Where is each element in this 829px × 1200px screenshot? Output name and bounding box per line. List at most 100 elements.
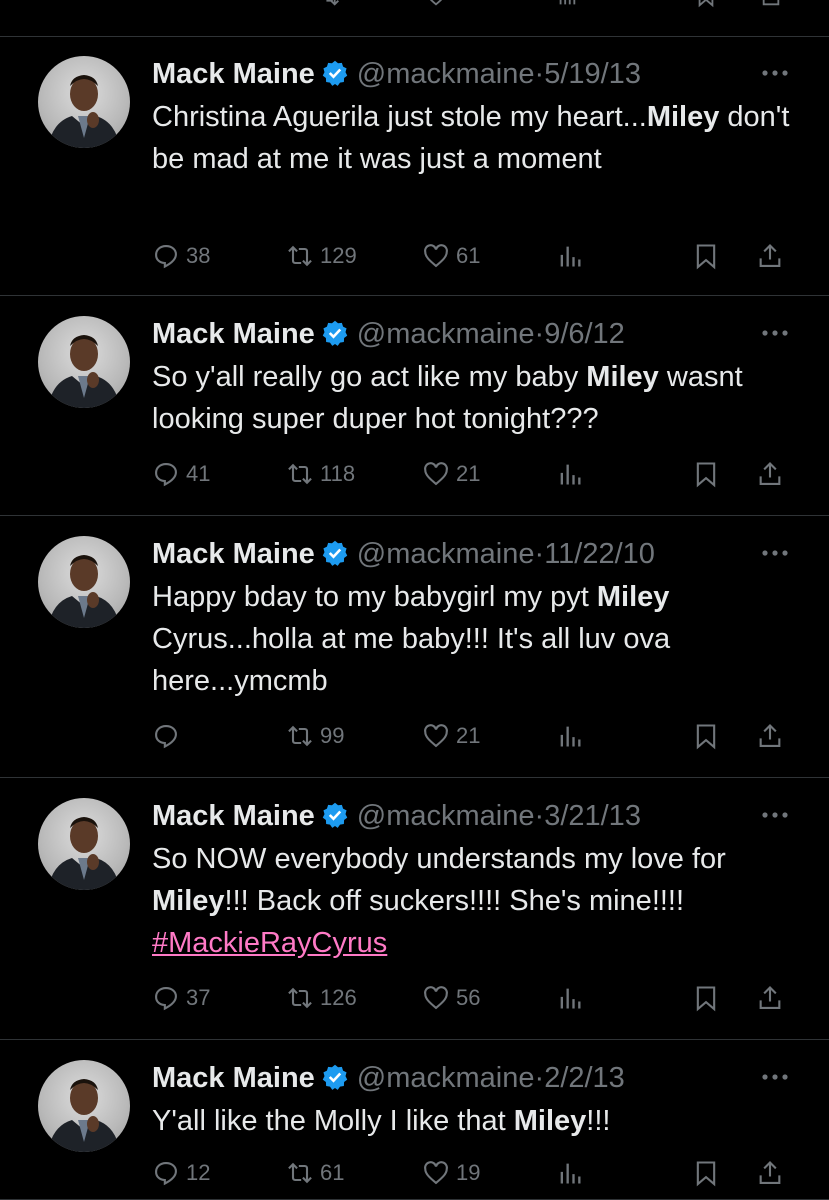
- bookmark-button[interactable]: [692, 456, 720, 492]
- bookmark-icon: [692, 722, 720, 750]
- share-button[interactable]: [756, 718, 784, 754]
- user-handle[interactable]: @mackmaine: [357, 318, 535, 350]
- like-button[interactable]: 56: [422, 980, 480, 1016]
- share-button[interactable]: [756, 980, 784, 1016]
- tweet-date[interactable]: 5/19/13: [544, 58, 641, 90]
- separator-dot: ·: [534, 318, 545, 350]
- avatar[interactable]: [38, 536, 130, 628]
- user-handle[interactable]: @mackmaine: [357, 1062, 535, 1094]
- display-name[interactable]: Mack Maine: [152, 538, 315, 570]
- bookmark-icon[interactable]: [695, 0, 717, 8]
- hashtag-link[interactable]: #MackieRayCyrus: [152, 927, 387, 959]
- like-button[interactable]: 21: [422, 456, 480, 492]
- avatar[interactable]: [38, 798, 130, 890]
- display-name[interactable]: Mack Maine: [152, 800, 315, 832]
- retweet-icon: [286, 722, 314, 750]
- tweet[interactable]: Mack Maine @mackmaine·9/6/12 So y'all real…: [0, 296, 829, 516]
- retweets-count: 99: [320, 723, 345, 748]
- like-button[interactable]: 21: [422, 718, 480, 754]
- retweet-button[interactable]: 118: [286, 456, 355, 492]
- share-button[interactable]: [756, 238, 784, 274]
- retweet-icon: [286, 460, 314, 488]
- views-icon[interactable]: [556, 0, 578, 8]
- bookmark-button[interactable]: [692, 1155, 720, 1191]
- like-button[interactable]: 19: [422, 1155, 480, 1191]
- views-button[interactable]: [556, 238, 584, 274]
- display-name[interactable]: Mack Maine: [152, 58, 315, 90]
- more-icon[interactable]: [760, 808, 790, 820]
- heart-icon: [422, 984, 450, 1012]
- highlighted-keyword: Miley: [646, 101, 720, 133]
- retweet-button[interactable]: 99: [286, 718, 344, 754]
- bookmark-button[interactable]: [692, 238, 720, 274]
- replies-count: 38: [186, 243, 211, 268]
- retweet-button[interactable]: 61: [286, 1155, 344, 1191]
- retweet-icon: [286, 984, 314, 1012]
- more-icon[interactable]: [760, 326, 790, 338]
- reply-icon: [152, 722, 180, 750]
- reply-button[interactable]: [152, 718, 186, 754]
- views-icon: [556, 460, 584, 488]
- share-button[interactable]: [756, 1155, 784, 1191]
- retweet-button[interactable]: 129: [286, 238, 357, 274]
- tweet-date[interactable]: 3/21/13: [544, 800, 641, 832]
- reply-button[interactable]: 12: [152, 1155, 210, 1191]
- reply-icon: [152, 1159, 180, 1187]
- tweet[interactable]: Mack Maine @mackmaine·2/2/13 Y'all like th…: [0, 1040, 829, 1200]
- separator-dot: ·: [534, 538, 545, 570]
- heart-icon: [422, 722, 450, 750]
- avatar[interactable]: [38, 316, 130, 408]
- user-handle[interactable]: @mackmaine: [357, 800, 535, 832]
- separator-dot: ·: [534, 800, 545, 832]
- retweets-count: 61: [320, 1160, 345, 1185]
- tweet-text-segment: !!!: [586, 1105, 611, 1137]
- tweet-date[interactable]: 9/6/12: [544, 318, 625, 350]
- tweet[interactable]: Mack Maine @mackmaine·5/19/13 Christina Ag…: [0, 36, 829, 296]
- tweet[interactable]: Mack Maine @mackmaine·11/22/10 Happy bday …: [0, 516, 829, 778]
- likes-count: 21: [456, 461, 481, 486]
- reply-button[interactable]: 41: [152, 456, 210, 492]
- reply-icon: [152, 242, 180, 270]
- retweet-icon[interactable]: [320, 0, 342, 8]
- tweet-text-segment: Happy bday to my babygirl my pyt: [152, 581, 597, 613]
- reply-button[interactable]: 38: [152, 238, 210, 274]
- reply-icon: [152, 984, 180, 1012]
- more-icon[interactable]: [760, 66, 790, 78]
- tweet-date[interactable]: 2/2/13: [544, 1062, 625, 1094]
- reply-button[interactable]: 37: [152, 980, 210, 1016]
- views-button[interactable]: [556, 718, 584, 754]
- share-icon: [756, 984, 784, 1012]
- views-button[interactable]: [556, 1155, 584, 1191]
- likes-count: 56: [456, 985, 481, 1010]
- like-button[interactable]: 61: [422, 238, 480, 274]
- verified-badge-icon: [321, 801, 349, 829]
- heart-icon[interactable]: [425, 0, 447, 8]
- tweet[interactable]: Mack Maine @mackmaine·3/21/13 So NOW every…: [0, 778, 829, 1040]
- more-icon[interactable]: [760, 1070, 790, 1082]
- tweet-action-bar: 38 129 61: [0, 238, 829, 274]
- verified-badge-icon: [321, 59, 349, 87]
- likes-count: 19: [456, 1160, 481, 1185]
- tweet-header: Mack Maine @mackmaine·9/6/12: [152, 316, 625, 352]
- views-button[interactable]: [556, 456, 584, 492]
- display-name[interactable]: Mack Maine: [152, 318, 315, 350]
- highlighted-keyword: Miley: [586, 361, 659, 393]
- tweet-text-segment: Christina Aguerila just stole my heart..…: [152, 101, 647, 133]
- user-handle[interactable]: @mackmaine: [357, 58, 535, 90]
- tweet-date[interactable]: 11/22/10: [544, 538, 655, 570]
- avatar[interactable]: [38, 56, 130, 148]
- share-button[interactable]: [756, 456, 784, 492]
- more-icon[interactable]: [760, 546, 790, 558]
- user-handle[interactable]: @mackmaine: [357, 538, 535, 570]
- share-icon[interactable]: [760, 0, 782, 8]
- verified-badge-icon: [321, 1063, 349, 1091]
- bookmark-button[interactable]: [692, 980, 720, 1016]
- retweet-button[interactable]: 126: [286, 980, 357, 1016]
- share-icon: [756, 722, 784, 750]
- bookmark-button[interactable]: [692, 718, 720, 754]
- avatar[interactable]: [38, 1060, 130, 1152]
- display-name[interactable]: Mack Maine: [152, 1062, 315, 1094]
- highlighted-keyword: Miley: [596, 581, 670, 613]
- views-button[interactable]: [556, 980, 584, 1016]
- likes-count: 21: [456, 723, 481, 748]
